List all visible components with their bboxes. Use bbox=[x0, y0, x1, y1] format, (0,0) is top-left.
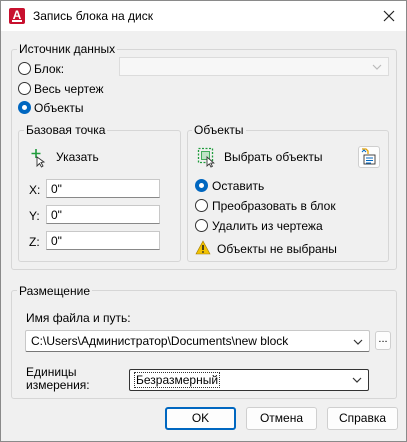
chevron-down-icon bbox=[352, 377, 362, 383]
source-group-label: Источник данных bbox=[17, 42, 118, 56]
cancel-button[interactable]: Отмена bbox=[246, 407, 317, 430]
pick-point-label[interactable]: Указать bbox=[56, 150, 99, 164]
radio-objects-label[interactable]: Объекты bbox=[34, 101, 84, 115]
radio-convert[interactable] bbox=[195, 199, 208, 212]
objects-group-label: Объекты bbox=[192, 123, 246, 137]
radio-objects[interactable] bbox=[18, 101, 31, 114]
block-select[interactable] bbox=[119, 57, 389, 76]
units-label-line2: измерения: bbox=[26, 378, 90, 392]
y-field[interactable]: 0" bbox=[46, 205, 160, 224]
pick-point-button[interactable] bbox=[27, 146, 49, 168]
units-select[interactable]: Безразмерный bbox=[129, 369, 369, 391]
radio-whole-drawing-label[interactable]: Весь чертеж bbox=[34, 82, 104, 96]
radio-delete[interactable] bbox=[195, 219, 208, 232]
path-value: C:\Users\Администратор\Documents\new blo… bbox=[31, 334, 289, 348]
objects-status: Объекты не выбраны bbox=[217, 242, 337, 256]
x-field[interactable]: 0" bbox=[46, 179, 160, 198]
select-objects-icon bbox=[197, 147, 215, 168]
radio-block-label[interactable]: Блок: bbox=[34, 62, 64, 76]
quick-select-icon bbox=[361, 148, 376, 165]
write-block-dialog: A Запись блока на диск Источник данных Б… bbox=[0, 0, 407, 442]
quick-select-button[interactable] bbox=[358, 146, 380, 168]
pick-point-icon bbox=[31, 149, 46, 168]
radio-retain[interactable] bbox=[195, 179, 208, 192]
close-button[interactable] bbox=[378, 5, 400, 27]
warning-icon bbox=[195, 240, 211, 255]
help-button[interactable]: Справка bbox=[327, 407, 398, 430]
units-value: Безразмерный bbox=[133, 372, 221, 388]
close-icon bbox=[383, 10, 395, 22]
select-objects-button[interactable] bbox=[196, 146, 218, 168]
radio-whole-drawing[interactable] bbox=[18, 82, 31, 95]
title-bar: A Запись блока на диск bbox=[1, 1, 406, 31]
chevron-down-icon bbox=[353, 339, 363, 345]
destination-group-label: Размещение bbox=[17, 284, 92, 298]
radio-block[interactable] bbox=[18, 62, 31, 75]
radio-convert-label[interactable]: Преобразовать в блок bbox=[212, 199, 336, 213]
window-title: Запись блока на диск bbox=[33, 9, 153, 23]
base-point-group-label: Базовая точка bbox=[24, 123, 108, 137]
radio-retain-label[interactable]: Оставить bbox=[212, 179, 264, 193]
y-label: Y: bbox=[29, 209, 40, 223]
ok-button[interactable]: OK bbox=[165, 407, 236, 430]
path-label: Имя файла и путь: bbox=[26, 311, 131, 325]
units-label-line1: Единицы bbox=[26, 365, 77, 379]
browse-button[interactable]: ... bbox=[375, 331, 391, 350]
select-objects-label[interactable]: Выбрать объекты bbox=[224, 150, 323, 164]
path-combobox[interactable]: C:\Users\Администратор\Documents\new blo… bbox=[25, 330, 370, 352]
z-field[interactable]: 0" bbox=[46, 231, 160, 250]
chevron-down-icon bbox=[372, 64, 382, 70]
radio-delete-label[interactable]: Удалить из чертежа bbox=[212, 219, 323, 233]
x-label: X: bbox=[29, 183, 41, 197]
z-label: Z: bbox=[29, 235, 40, 249]
app-icon: A bbox=[9, 8, 25, 24]
